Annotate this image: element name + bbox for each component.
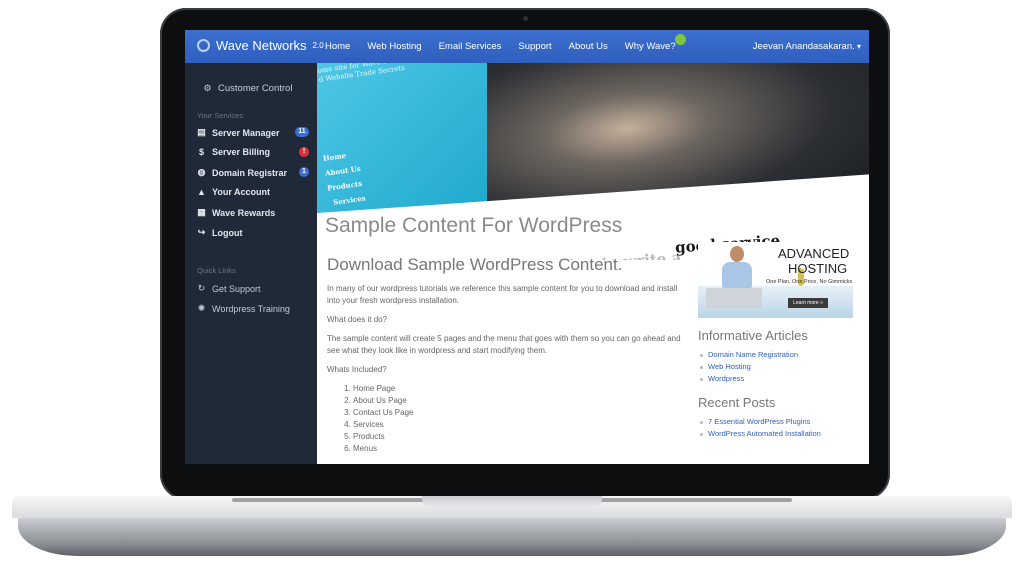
brand-name: Wave Networks bbox=[216, 38, 307, 53]
nav-home[interactable]: Home bbox=[325, 41, 350, 52]
screen: Wave Networks 2.0 Home Web Hosting Email… bbox=[185, 30, 869, 464]
included-list: Home Page About Us Page Contact Us Page … bbox=[327, 383, 687, 455]
sidebar-item-get-support[interactable]: ↻ Get Support bbox=[197, 283, 309, 294]
customer-control-label: Customer Control bbox=[218, 83, 293, 94]
wave-logo-icon bbox=[197, 39, 210, 52]
sidebar-item-server-billing[interactable]: $ Server Billing ! bbox=[197, 147, 309, 157]
laptop-image bbox=[706, 288, 762, 308]
article-link[interactable]: Web Hosting bbox=[698, 361, 863, 373]
list-item: Menus bbox=[353, 443, 687, 455]
sidebar-item-label: Wave Rewards bbox=[212, 207, 276, 218]
article-link[interactable]: Domain Name Registration bbox=[698, 349, 863, 361]
learn-more-button[interactable]: Learn more » bbox=[788, 298, 828, 308]
nav-about-us[interactable]: About Us bbox=[569, 41, 608, 52]
wordpress-icon: ✺ bbox=[197, 303, 206, 313]
list-item: Products bbox=[353, 431, 687, 443]
articles-heading: Informative Articles bbox=[698, 328, 808, 343]
sidebar-item-domain-registrar[interactable]: ◍ Domain Registrar 1 bbox=[197, 167, 309, 178]
article-link[interactable]: Wordpress bbox=[698, 373, 863, 385]
camera-icon bbox=[523, 16, 528, 21]
sidebar-item-wave-rewards[interactable]: ▦ Wave Rewards bbox=[197, 207, 309, 218]
post-link[interactable]: 7 Essential WordPress Plugins bbox=[698, 416, 863, 428]
laptop-base bbox=[12, 496, 1012, 558]
content-heading: Download Sample WordPress Content. bbox=[327, 255, 623, 274]
sidebar-item-label: Domain Registrar bbox=[212, 167, 288, 178]
top-navbar: Wave Networks 2.0 Home Web Hosting Email… bbox=[185, 30, 869, 63]
sidebar-item-label: Get Support bbox=[212, 283, 261, 294]
person-head bbox=[730, 246, 744, 262]
nav-links: Home Web Hosting Email Services Support … bbox=[325, 34, 686, 52]
grid-icon: ▦ bbox=[197, 207, 206, 217]
list-item: About Us Page bbox=[353, 395, 687, 407]
sidebar: ⚙ Customer Control Your Services ▤ Serve… bbox=[185, 63, 317, 464]
content-paragraph: The sample content will create 5 pages a… bbox=[327, 334, 681, 355]
sidebar-item-label: Your Account bbox=[212, 187, 270, 197]
nav-why-wave-label: Why Wave? bbox=[624, 41, 676, 52]
alert-badge: ! bbox=[299, 147, 309, 157]
nav-web-hosting[interactable]: Web Hosting bbox=[367, 41, 421, 52]
content-paragraph: In many of our wordpress tutorials we re… bbox=[327, 284, 678, 305]
person-body bbox=[722, 262, 752, 288]
customer-control[interactable]: ⚙ Customer Control bbox=[203, 83, 292, 94]
advanced-hosting-ad[interactable]: ADVANCED HOSTING One Plan, One Price, No… bbox=[698, 242, 853, 318]
sidebar-item-logout[interactable]: ↪ Logout bbox=[197, 227, 309, 238]
recent-posts-list: 7 Essential WordPress Plugins WordPress … bbox=[698, 416, 863, 440]
ad-subtitle: One Plan, One Price, No Gimmicks bbox=[766, 279, 853, 285]
globe-icon: ◍ bbox=[197, 167, 206, 177]
articles-list: Domain Name Registration Web Hosting Wor… bbox=[698, 349, 863, 385]
section-your-services: Your Services bbox=[197, 111, 243, 120]
right-sidebar: ADVANCED HOSTING One Plan, One Price, No… bbox=[698, 242, 863, 440]
logout-icon: ↪ bbox=[197, 227, 206, 237]
count-badge: 11 bbox=[295, 127, 309, 137]
post-link[interactable]: WordPress Automated Installation bbox=[698, 428, 863, 440]
nav-why-wave[interactable]: Why Wave? bbox=[624, 34, 686, 52]
support-icon: ↻ bbox=[197, 283, 206, 293]
sidebar-item-wordpress-training[interactable]: ✺ Wordpress Training bbox=[197, 303, 309, 314]
user-icon: ▲ bbox=[197, 187, 206, 197]
laptop-base-bottom bbox=[18, 516, 1006, 556]
section-quick-links: Quick Links bbox=[197, 266, 236, 275]
notification-dot-icon bbox=[674, 34, 686, 45]
user-menu[interactable]: Jeevan Anandasakaran. bbox=[753, 41, 861, 52]
sidebar-item-label: Server Manager bbox=[212, 127, 280, 138]
list-item: Home Page bbox=[353, 383, 687, 395]
person-image bbox=[720, 244, 754, 288]
gear-icon: ⚙ bbox=[203, 83, 212, 93]
brand[interactable]: Wave Networks 2.0 bbox=[197, 38, 324, 53]
recent-posts-heading: Recent Posts bbox=[698, 395, 776, 410]
nav-email-services[interactable]: Email Services bbox=[439, 41, 502, 52]
trackpad-notch bbox=[422, 496, 602, 508]
main-content: Download Sample WordPress Content. In ma… bbox=[327, 255, 687, 455]
list-item: Contact Us Page bbox=[353, 407, 687, 419]
content-question: What does it do? bbox=[327, 315, 388, 324]
sidebar-item-your-account[interactable]: ▲ Your Account bbox=[197, 187, 309, 197]
sidebar-item-label: Server Billing bbox=[212, 147, 271, 157]
page-title: Sample Content For WordPress bbox=[325, 214, 623, 237]
ad-title-line2: HOSTING bbox=[788, 261, 848, 276]
nav-support[interactable]: Support bbox=[518, 41, 551, 52]
brand-version: 2.0 bbox=[312, 41, 324, 50]
dollar-icon: $ bbox=[198, 147, 204, 157]
count-badge: 1 bbox=[299, 167, 309, 177]
list-item: Services bbox=[353, 419, 687, 431]
sidebar-item-server-manager[interactable]: ▤ Server Manager 11 bbox=[197, 127, 309, 138]
sidebar-item-label: Logout bbox=[212, 227, 243, 238]
server-icon: ▤ bbox=[197, 127, 206, 137]
ad-title-line1: ADVANCED bbox=[778, 246, 850, 261]
content-included: Whats Included? bbox=[327, 365, 387, 374]
sidebar-item-label: Wordpress Training bbox=[212, 303, 290, 314]
